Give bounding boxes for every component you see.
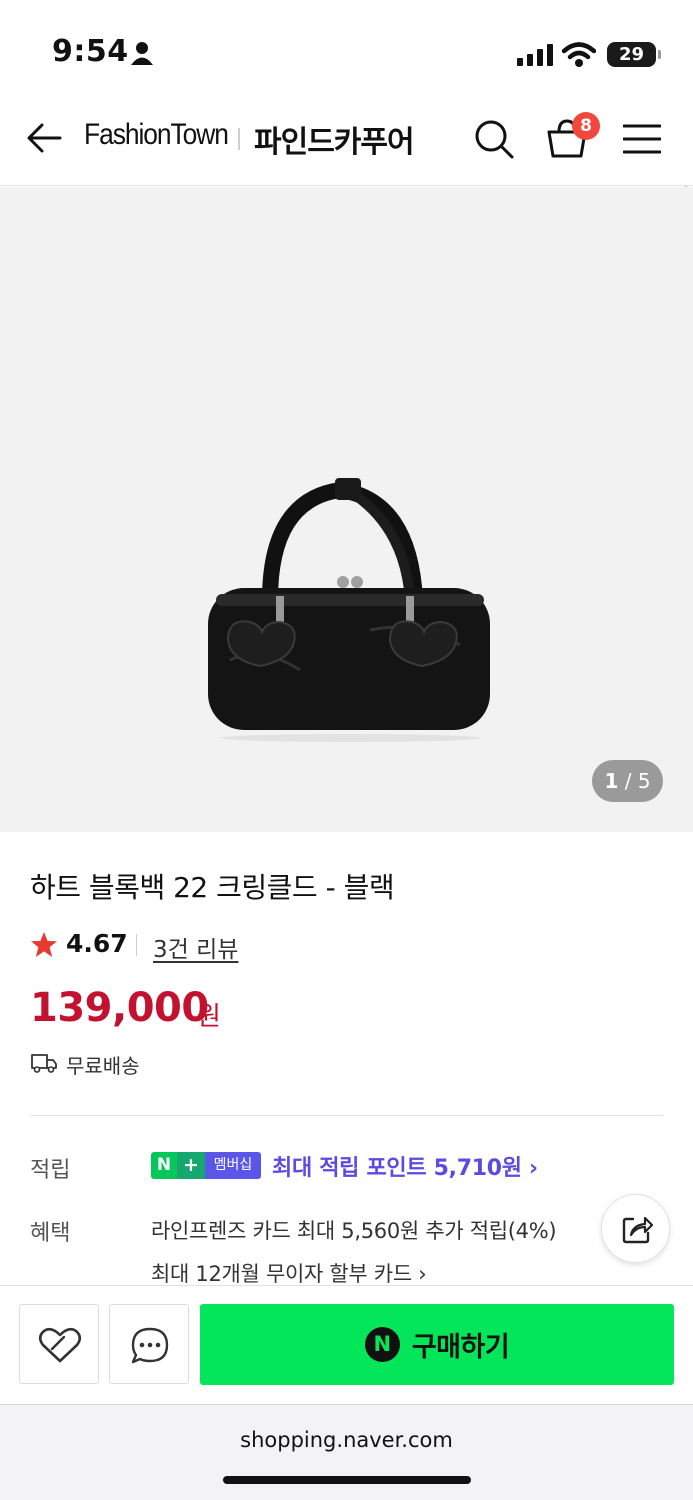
- rating-divider: [136, 934, 137, 956]
- browser-address-bar[interactable]: [0, 1404, 693, 1500]
- heart-icon: [38, 1327, 82, 1363]
- delivery-truck-icon: [31, 1054, 57, 1073]
- product-title: 하트 블록백 22 크링클드 - 블랙: [30, 871, 395, 904]
- points-label: 적립: [30, 1158, 71, 1183]
- npay-n: N: [151, 1152, 177, 1179]
- product-image-handbag[interactable]: [200, 470, 495, 745]
- card-benefit-text: 라인프렌즈 카드 최대 5,560원 추가 적립(4%): [151, 1219, 557, 1243]
- star-icon: [31, 932, 57, 957]
- menu-icon[interactable]: [623, 124, 661, 154]
- share-button[interactable]: [601, 1194, 670, 1263]
- npay-icon: N: [364, 1327, 400, 1362]
- npay-membership: 멤버십: [205, 1152, 261, 1179]
- price-currency: 원: [197, 1002, 221, 1032]
- rating-score: 4.67: [66, 929, 128, 958]
- npay-plus: +: [177, 1152, 205, 1179]
- browser-url[interactable]: shopping.naver.com: [0, 1428, 693, 1452]
- image-page-counter: 1 / 5: [592, 760, 663, 802]
- cellular-signal-icon: [517, 44, 553, 66]
- store-name[interactable]: 파인드카푸어: [254, 117, 415, 161]
- back-arrow-icon[interactable]: [26, 122, 62, 154]
- wifi-icon: [562, 42, 596, 67]
- shipping-info: 무료배송: [66, 1054, 140, 1078]
- home-indicator[interactable]: [223, 1476, 471, 1484]
- max-points-link[interactable]: 최대 적립 포인트 5,710원 ›: [272, 1150, 538, 1182]
- section-divider: [30, 1115, 663, 1116]
- buy-button-label: 구매하기: [411, 1332, 510, 1363]
- product-price: 139,000: [30, 985, 209, 1031]
- person-icon: [131, 42, 153, 65]
- buy-button[interactable]: N 구매하기: [200, 1304, 674, 1385]
- talk-button[interactable]: [109, 1304, 189, 1384]
- wishlist-button[interactable]: [19, 1304, 99, 1384]
- installment-benefit-link[interactable]: 최대 12개월 무이자 할부 카드 ›: [151, 1258, 427, 1288]
- cart-count-badge: 8: [572, 112, 600, 140]
- brand-logo[interactable]: FashionTown: [84, 118, 229, 152]
- review-count-link[interactable]: 3건 리뷰: [153, 930, 238, 964]
- share-icon: [622, 1216, 653, 1244]
- benefits-label: 혜택: [30, 1221, 71, 1246]
- chat-bubble-icon: [131, 1327, 169, 1364]
- battery-indicator: 29: [607, 42, 661, 67]
- brand-divider: [238, 128, 240, 150]
- npay-membership-badge: N + 멤버십: [151, 1152, 261, 1179]
- search-icon[interactable]: [473, 118, 515, 160]
- status-time: 9:54: [52, 34, 129, 69]
